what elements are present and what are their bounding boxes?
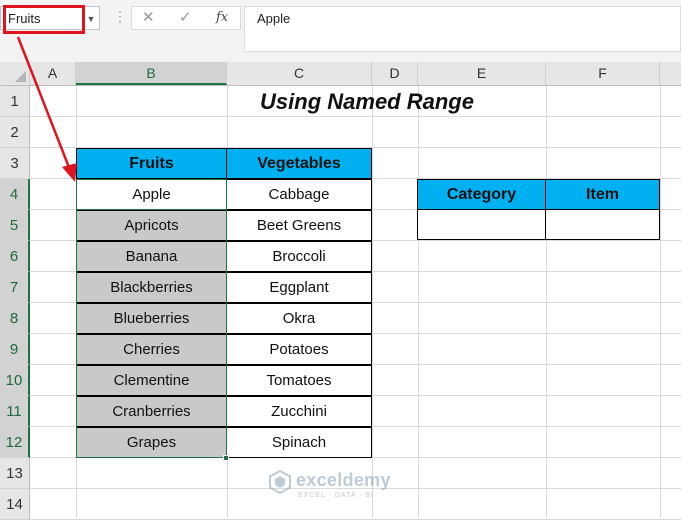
select-all-triangle-icon (15, 71, 26, 82)
name-box[interactable]: Fruits ▼ (0, 6, 100, 30)
row-header-4[interactable]: 4 (0, 179, 30, 210)
fruit-cell[interactable]: Cranberries (76, 396, 227, 427)
column-headers: A B C D E F (0, 62, 681, 86)
cancel-icon[interactable]: ✕ (142, 10, 155, 26)
column-header-d[interactable]: D (372, 62, 418, 85)
column-header-b[interactable]: B (76, 62, 227, 85)
vegetable-cell[interactable]: Okra (226, 303, 372, 334)
row-header-5[interactable]: 5 (0, 210, 30, 241)
column-header-c[interactable]: C (227, 62, 372, 85)
insert-function-icon[interactable]: fx (216, 10, 228, 26)
exceldemy-watermark: exceldemy EXCEL · DATA · BI (268, 468, 418, 502)
row-header-12[interactable]: 12 (0, 427, 30, 458)
row-header-1[interactable]: 1 (0, 86, 30, 117)
vegetable-cell[interactable]: Eggplant (226, 272, 372, 303)
formula-buttons: ✕ ✓ fx (131, 6, 241, 30)
drag-handle-icon[interactable]: ⋮ (113, 9, 127, 23)
header-fruits[interactable]: Fruits (76, 148, 227, 179)
vegetable-cell[interactable]: Beet Greens (226, 210, 372, 241)
row-header-6[interactable]: 6 (0, 241, 30, 272)
fruit-cell[interactable]: Apricots (76, 210, 227, 241)
fruit-cell[interactable]: Banana (76, 241, 227, 272)
sheet-title[interactable]: Using Named Range (227, 86, 507, 117)
column-header-a[interactable]: A (30, 62, 76, 85)
row-header-8[interactable]: 8 (0, 303, 30, 334)
row-header-7[interactable]: 7 (0, 272, 30, 303)
row-header-10[interactable]: 10 (0, 365, 30, 396)
exceldemy-logo-icon (269, 470, 291, 494)
vegetable-cell[interactable]: Spinach (226, 427, 372, 458)
row-header-13[interactable]: 13 (0, 458, 30, 489)
watermark-tagline: EXCEL · DATA · BI (298, 492, 374, 499)
fruit-cell[interactable]: Apple (76, 179, 227, 210)
column-header-f[interactable]: F (546, 62, 660, 85)
row-header-9[interactable]: 9 (0, 334, 30, 365)
enter-icon[interactable]: ✓ (179, 10, 192, 26)
name-box-value: Fruits (8, 11, 41, 26)
header-item[interactable]: Item (545, 179, 660, 210)
row-header-14[interactable]: 14 (0, 489, 30, 520)
fruit-cell[interactable]: Grapes (76, 427, 227, 458)
excel-window: Fruits ▼ ⋮ ✕ ✓ fx Apple A B C D E F 1234… (0, 0, 681, 520)
formula-input[interactable]: Apple (244, 6, 681, 52)
fill-handle[interactable] (223, 455, 229, 461)
watermark-name: exceldemy (296, 470, 391, 490)
column-header-e[interactable]: E (418, 62, 546, 85)
fruit-cell[interactable]: Clementine (76, 365, 227, 396)
header-vegetables[interactable]: Vegetables (226, 148, 372, 179)
fruit-cell[interactable]: Blackberries (76, 272, 227, 303)
fruit-cell[interactable]: Blueberries (76, 303, 227, 334)
vegetable-cell[interactable]: Broccoli (226, 241, 372, 272)
vegetable-cell[interactable]: Zucchini (226, 396, 372, 427)
chevron-down-icon[interactable]: ▼ (84, 12, 98, 26)
row-header-3[interactable]: 3 (0, 148, 30, 179)
vegetable-cell[interactable]: Cabbage (226, 179, 372, 210)
row-header-11[interactable]: 11 (0, 396, 30, 427)
vegetable-cell[interactable]: Tomatoes (226, 365, 372, 396)
formula-bar: Fruits ▼ ⋮ ✕ ✓ fx Apple (0, 0, 681, 62)
vegetable-cell[interactable]: Potatoes (226, 334, 372, 365)
formula-value: Apple (257, 11, 291, 26)
category-cell[interactable] (417, 209, 546, 240)
row-header-2[interactable]: 2 (0, 117, 30, 148)
header-category[interactable]: Category (417, 179, 546, 210)
item-cell[interactable] (545, 209, 660, 240)
select-all-button[interactable] (0, 62, 30, 85)
fruit-cell[interactable]: Cherries (76, 334, 227, 365)
